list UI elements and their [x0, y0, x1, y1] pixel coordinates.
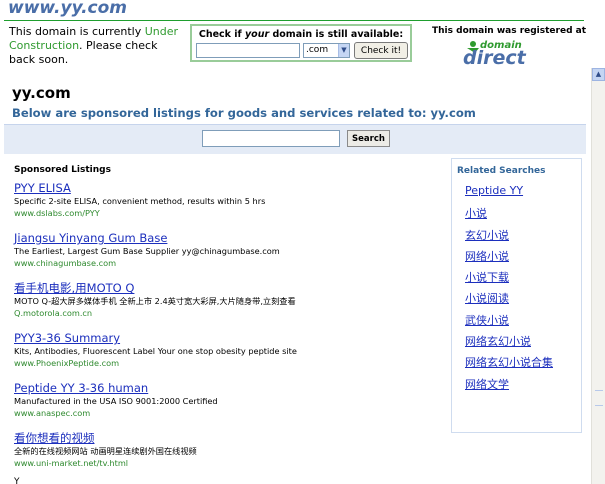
check-emphasis: your — [244, 29, 270, 40]
related-searches-heading: Related Searches — [457, 166, 546, 176]
listing-url-link[interactable]: www.uni-market.net/tv.html — [14, 457, 434, 469]
listing-description: Kits, Antibodies, Fluorescent Label Your… — [14, 346, 297, 356]
search-input[interactable] — [202, 130, 340, 147]
construction-prefix: This domain is currently — [9, 25, 145, 38]
listing-item: PYY3-36 Summary Kits, Antibodies, Fluore… — [14, 331, 434, 381]
listing-description: Specific 2-site ELISA, convenient method… — [14, 196, 266, 206]
chevron-down-icon[interactable]: ▼ — [338, 44, 349, 57]
related-search-link[interactable]: 武侠小说 — [465, 312, 581, 333]
listings-heading: Sponsored Listings — [14, 165, 111, 175]
truncated-text: Y — [14, 477, 20, 484]
listing-url-link[interactable]: Q.motorola.com.cn — [14, 307, 434, 319]
listing-description: MOTO Q-超大屏多媒体手机 全新上市 2.4英寸宽大彩屏,大片随身带,立刻查… — [14, 296, 296, 306]
listing-title-link[interactable]: 看手机电影,用MOTO Q — [14, 281, 434, 295]
search-bar: Search — [4, 124, 586, 154]
related-searches-list: Peptide YY 小说 玄幻小说 网络小说 小说下载 小说阅读 武侠小说 网… — [465, 184, 581, 397]
domain-input[interactable] — [196, 43, 300, 58]
related-search-link[interactable]: 网络小说 — [465, 248, 581, 269]
search-button[interactable]: Search — [347, 130, 390, 147]
page-heading: yy.com — [12, 84, 71, 102]
listing-description: Manufactured in the USA ISO 9001:2000 Ce… — [14, 396, 218, 406]
related-search-link[interactable]: 网络文学 — [465, 376, 581, 397]
top-banner: www.yy.com This domain is currently Unde… — [0, 0, 590, 68]
scroll-grip-icon — [595, 390, 603, 406]
construction-notice: This domain is currently Under Construct… — [9, 25, 187, 67]
domain-check-label: Check if your domain is still available: — [192, 29, 410, 40]
tld-selected-value: .com — [306, 45, 329, 55]
scroll-up-arrow-icon[interactable]: ▲ — [592, 68, 605, 81]
listing-title-link[interactable]: PYY3-36 Summary — [14, 331, 434, 345]
check-prefix: Check if — [198, 29, 245, 40]
sponsored-listings: Sponsored Listings PYY ELISA Specific 2-… — [14, 165, 434, 481]
listing-item: Jiangsu Yinyang Gum Base The Earliest, L… — [14, 231, 434, 281]
listing-description: The Earliest, Largest Gum Base Supplier … — [14, 246, 280, 256]
check-domain-button[interactable]: Check it! — [354, 42, 408, 59]
listing-item: Peptide YY 3-36 human Manufactured in th… — [14, 381, 434, 431]
listing-title-link[interactable]: 看你想看的视频 — [14, 431, 434, 445]
sponsored-subheading: Below are sponsored listings for goods a… — [12, 106, 476, 120]
listing-url-link[interactable]: www.anaspec.com — [14, 407, 434, 419]
related-search-link[interactable]: 网络玄幻小说合集 — [465, 354, 581, 375]
related-search-link[interactable]: 网络玄幻小说 — [465, 333, 581, 354]
main-content: yy.com Below are sponsored listings for … — [0, 68, 590, 484]
logo-large-text: direct — [463, 47, 527, 66]
tld-select[interactable]: .com ▼ — [303, 43, 350, 58]
listing-url-link[interactable]: www.PhoenixPeptide.com — [14, 357, 434, 369]
related-search-link[interactable]: 玄幻小说 — [465, 227, 581, 248]
domain-direct-logo[interactable]: domain direct — [461, 36, 561, 66]
related-search-link[interactable]: Peptide YY — [465, 184, 581, 205]
domain-check-panel: Check if your domain is still available:… — [190, 24, 412, 62]
related-search-link[interactable]: 小说 — [465, 205, 581, 226]
title-divider — [4, 20, 584, 21]
site-title: www.yy.com — [8, 0, 128, 18]
listing-url-link[interactable]: www.dslabs.com/PYY — [14, 207, 434, 219]
listing-item: PYY ELISA Specific 2-site ELISA, conveni… — [14, 181, 434, 231]
listing-title-link[interactable]: Jiangsu Yinyang Gum Base — [14, 231, 434, 245]
listing-url-link[interactable]: www.chinagumbase.com — [14, 257, 434, 269]
listing-title-link[interactable]: PYY ELISA — [14, 181, 434, 195]
related-searches-panel: Related Searches Peptide YY 小说 玄幻小说 网络小说… — [451, 158, 582, 433]
listing-item: 看手机电影,用MOTO Q MOTO Q-超大屏多媒体手机 全新上市 2.4英寸… — [14, 281, 434, 331]
listing-item: 看你想看的视频 全新的在线视频网站 动画明星连续剧外国在线视频 www.uni-… — [14, 431, 434, 481]
listing-description: 全新的在线视频网站 动画明星连续剧外国在线视频 — [14, 446, 197, 456]
vertical-scrollbar[interactable] — [591, 68, 605, 484]
registrar-text: This domain was registered at — [432, 26, 587, 36]
check-suffix: domain is still available: — [269, 29, 404, 40]
related-search-link[interactable]: 小说阅读 — [465, 290, 581, 311]
related-search-link[interactable]: 小说下载 — [465, 269, 581, 290]
listing-title-link[interactable]: Peptide YY 3-36 human — [14, 381, 434, 395]
